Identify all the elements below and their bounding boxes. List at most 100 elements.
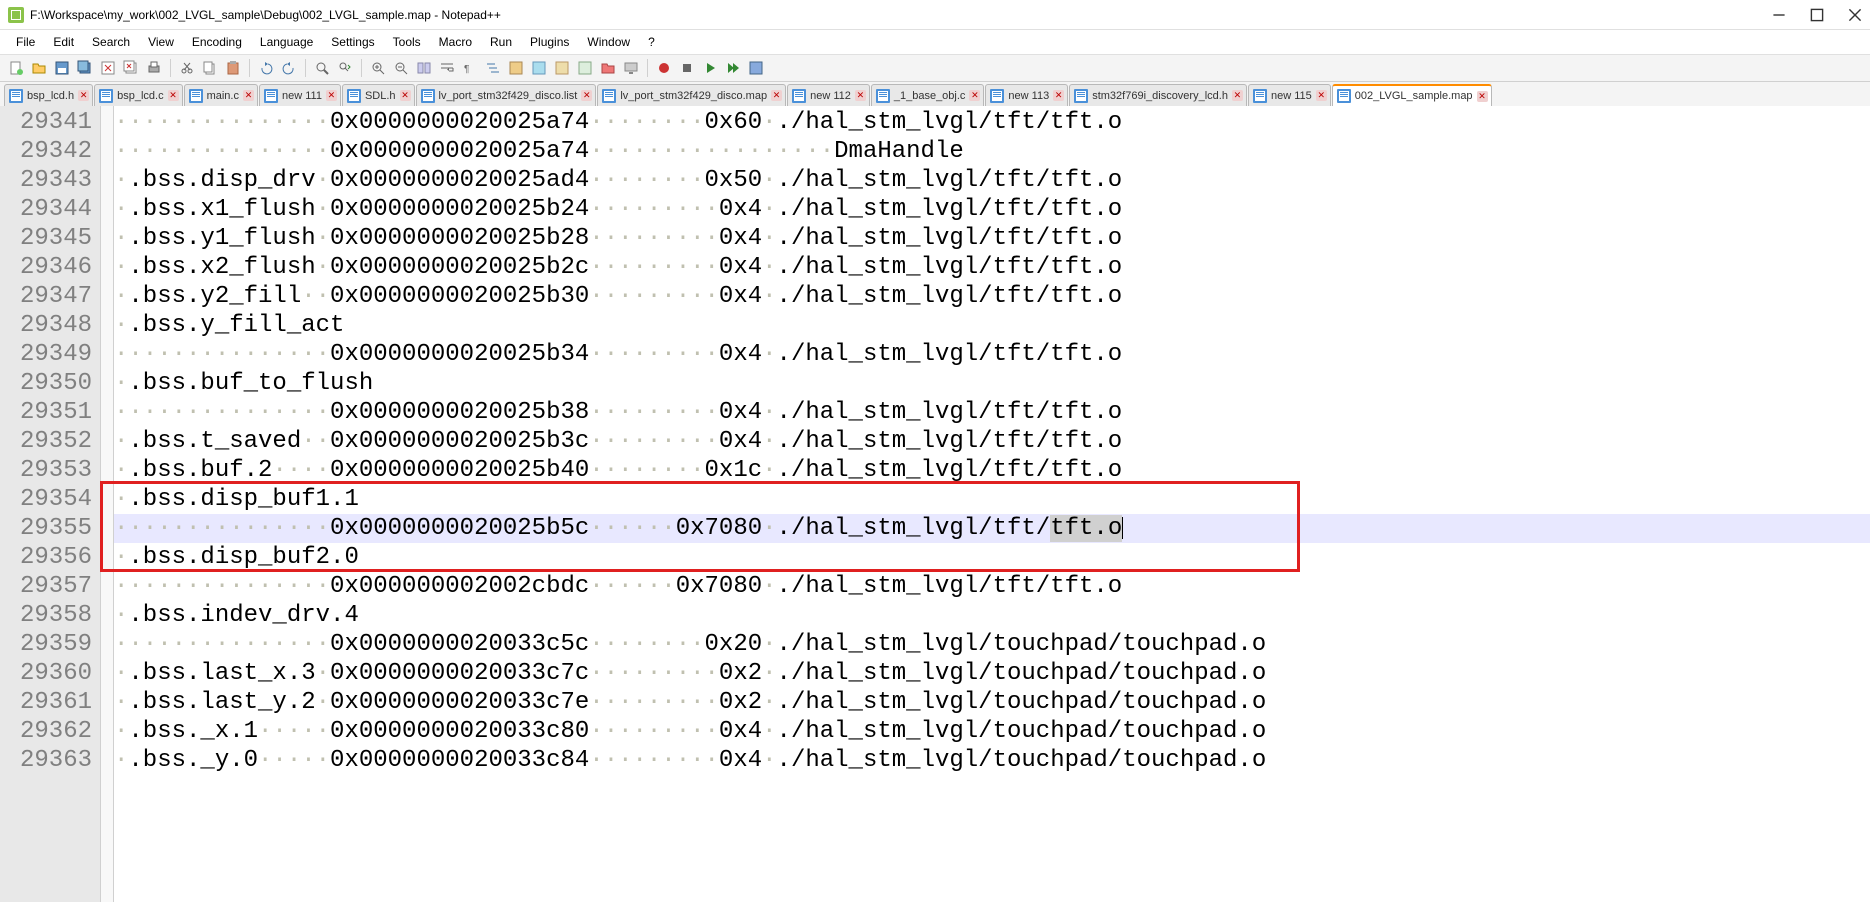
- save-all-icon[interactable]: [75, 58, 95, 78]
- indent-guide-icon[interactable]: [483, 58, 503, 78]
- tab-close-icon[interactable]: ✕: [1232, 90, 1243, 101]
- tab-lv-port-stm32f429-disco-list[interactable]: lv_port_stm32f429_disco.list✕: [416, 84, 597, 106]
- editor-area[interactable]: 2934129342293432934429345293462934729348…: [0, 106, 1870, 902]
- tab-main-c[interactable]: main.c✕: [184, 84, 258, 106]
- code-line[interactable]: ·.bss.x2_flush·0x0000000020025b2c·······…: [114, 253, 1870, 282]
- fold-margin[interactable]: [100, 106, 114, 902]
- code-line[interactable]: ·.bss.y2_fill··0x0000000020025b30·······…: [114, 282, 1870, 311]
- file-icon: [264, 89, 278, 103]
- tab-close-icon[interactable]: ✕: [243, 90, 254, 101]
- tab-close-icon[interactable]: ✕: [1477, 91, 1488, 102]
- menu-help[interactable]: ?: [640, 33, 663, 51]
- doc-list-icon[interactable]: [552, 58, 572, 78]
- code-line[interactable]: ·.bss.buf_to_flush: [114, 369, 1870, 398]
- tab-002-lvgl-sample-map[interactable]: 002_LVGL_sample.map✕: [1332, 84, 1492, 106]
- code-line[interactable]: ·.bss.disp_buf2.0: [114, 543, 1870, 572]
- code-line[interactable]: ·.bss.last_y.2·0x0000000020033c7e·······…: [114, 688, 1870, 717]
- tab-stm32f769i-discovery-lcd-h[interactable]: stm32f769i_discovery_lcd.h✕: [1069, 84, 1247, 106]
- code-line[interactable]: ·.bss._y.0·····0x0000000020033c84·······…: [114, 746, 1870, 775]
- open-file-icon[interactable]: [29, 58, 49, 78]
- tab-close-icon[interactable]: ✕: [1053, 90, 1064, 101]
- code-line[interactable]: ·.bss.y1_flush·0x0000000020025b28·······…: [114, 224, 1870, 253]
- doc-map-icon[interactable]: [529, 58, 549, 78]
- menu-search[interactable]: Search: [84, 33, 138, 51]
- menu-file[interactable]: File: [8, 33, 43, 51]
- save-macro-icon[interactable]: [746, 58, 766, 78]
- code-line[interactable]: ···············0x0000000020025b34·······…: [114, 340, 1870, 369]
- monitor-icon[interactable]: [621, 58, 641, 78]
- code-line[interactable]: ···············0x0000000020025b38·······…: [114, 398, 1870, 427]
- tab-new-115[interactable]: new 115✕: [1248, 84, 1331, 106]
- user-lang-icon[interactable]: [506, 58, 526, 78]
- tab-new-111[interactable]: new 111✕: [259, 84, 341, 106]
- code-line[interactable]: ···············0x0000000020033c5c·······…: [114, 630, 1870, 659]
- find-icon[interactable]: [312, 58, 332, 78]
- sync-scroll-icon[interactable]: [414, 58, 434, 78]
- tab-close-icon[interactable]: ✕: [326, 90, 337, 101]
- record-macro-icon[interactable]: [654, 58, 674, 78]
- code-line[interactable]: ·.bss.last_x.3·0x0000000020033c7c·······…: [114, 659, 1870, 688]
- menu-window[interactable]: Window: [579, 33, 638, 51]
- code-line[interactable]: ·.bss.x1_flush·0x0000000020025b24·······…: [114, 195, 1870, 224]
- code-area[interactable]: ···············0x0000000020025a74·······…: [114, 106, 1870, 902]
- menu-edit[interactable]: Edit: [45, 33, 82, 51]
- tab-close-icon[interactable]: ✕: [168, 90, 179, 101]
- code-line[interactable]: ·.bss.buf.2····0x0000000020025b40·······…: [114, 456, 1870, 485]
- tab-close-icon[interactable]: ✕: [581, 90, 592, 101]
- show-all-chars-icon[interactable]: ¶: [460, 58, 480, 78]
- code-line[interactable]: ·.bss.disp_drv·0x0000000020025ad4·······…: [114, 166, 1870, 195]
- code-line[interactable]: ·.bss._x.1·····0x0000000020033c80·······…: [114, 717, 1870, 746]
- code-line[interactable]: ·.bss.y_fill_act: [114, 311, 1870, 340]
- tab-new-112[interactable]: new 112✕: [787, 84, 870, 106]
- tab-bsp-lcd-h[interactable]: bsp_lcd.h✕: [4, 84, 93, 106]
- close-all-icon[interactable]: [121, 58, 141, 78]
- code-line[interactable]: ···············0x0000000020025b5c······0…: [114, 514, 1870, 543]
- tab-close-icon[interactable]: ✕: [855, 90, 866, 101]
- zoom-out-icon[interactable]: [391, 58, 411, 78]
- code-line[interactable]: ···············0x000000002002cbdc······0…: [114, 572, 1870, 601]
- minimize-button[interactable]: [1772, 8, 1786, 22]
- stop-macro-icon[interactable]: [677, 58, 697, 78]
- zoom-in-icon[interactable]: [368, 58, 388, 78]
- menu-plugins[interactable]: Plugins: [522, 33, 577, 51]
- code-line[interactable]: ···············0x0000000020025a74·······…: [114, 137, 1870, 166]
- menu-language[interactable]: Language: [252, 33, 321, 51]
- tab-bsp-lcd-c[interactable]: bsp_lcd.c✕: [94, 84, 182, 106]
- menu-encoding[interactable]: Encoding: [184, 33, 250, 51]
- maximize-button[interactable]: [1810, 8, 1824, 22]
- code-line[interactable]: ·.bss.t_saved··0x0000000020025b3c·······…: [114, 427, 1870, 456]
- menu-tools[interactable]: Tools: [385, 33, 429, 51]
- menu-settings[interactable]: Settings: [323, 33, 382, 51]
- save-icon[interactable]: [52, 58, 72, 78]
- tab--1-base-obj-c[interactable]: _1_base_obj.c✕: [871, 84, 985, 106]
- tab-new-113[interactable]: new 113✕: [985, 84, 1068, 106]
- function-list-icon[interactable]: [575, 58, 595, 78]
- tab-close-icon[interactable]: ✕: [400, 90, 411, 101]
- replace-icon[interactable]: [335, 58, 355, 78]
- menu-run[interactable]: Run: [482, 33, 520, 51]
- word-wrap-icon[interactable]: [437, 58, 457, 78]
- paste-icon[interactable]: [223, 58, 243, 78]
- redo-icon[interactable]: [279, 58, 299, 78]
- code-line[interactable]: ···············0x0000000020025a74·······…: [114, 108, 1870, 137]
- undo-icon[interactable]: [256, 58, 276, 78]
- menu-macro[interactable]: Macro: [431, 33, 480, 51]
- copy-icon[interactable]: [200, 58, 220, 78]
- cut-icon[interactable]: [177, 58, 197, 78]
- print-icon[interactable]: [144, 58, 164, 78]
- tab-close-icon[interactable]: ✕: [1316, 90, 1327, 101]
- close-button[interactable]: [1848, 8, 1862, 22]
- tab-close-icon[interactable]: ✕: [771, 90, 782, 101]
- play-multi-icon[interactable]: [723, 58, 743, 78]
- folder-workspace-icon[interactable]: [598, 58, 618, 78]
- play-macro-icon[interactable]: [700, 58, 720, 78]
- new-file-icon[interactable]: [6, 58, 26, 78]
- tab-close-icon[interactable]: ✕: [969, 90, 980, 101]
- tab-lv-port-stm32f429-disco-map[interactable]: lv_port_stm32f429_disco.map✕: [597, 84, 786, 106]
- tab-close-icon[interactable]: ✕: [78, 90, 89, 101]
- close-file-icon[interactable]: [98, 58, 118, 78]
- menu-view[interactable]: View: [140, 33, 182, 51]
- code-line[interactable]: ·.bss.indev_drv.4: [114, 601, 1870, 630]
- tab-sdl-h[interactable]: SDL.h✕: [342, 84, 415, 106]
- code-line[interactable]: ·.bss.disp_buf1.1: [114, 485, 1870, 514]
